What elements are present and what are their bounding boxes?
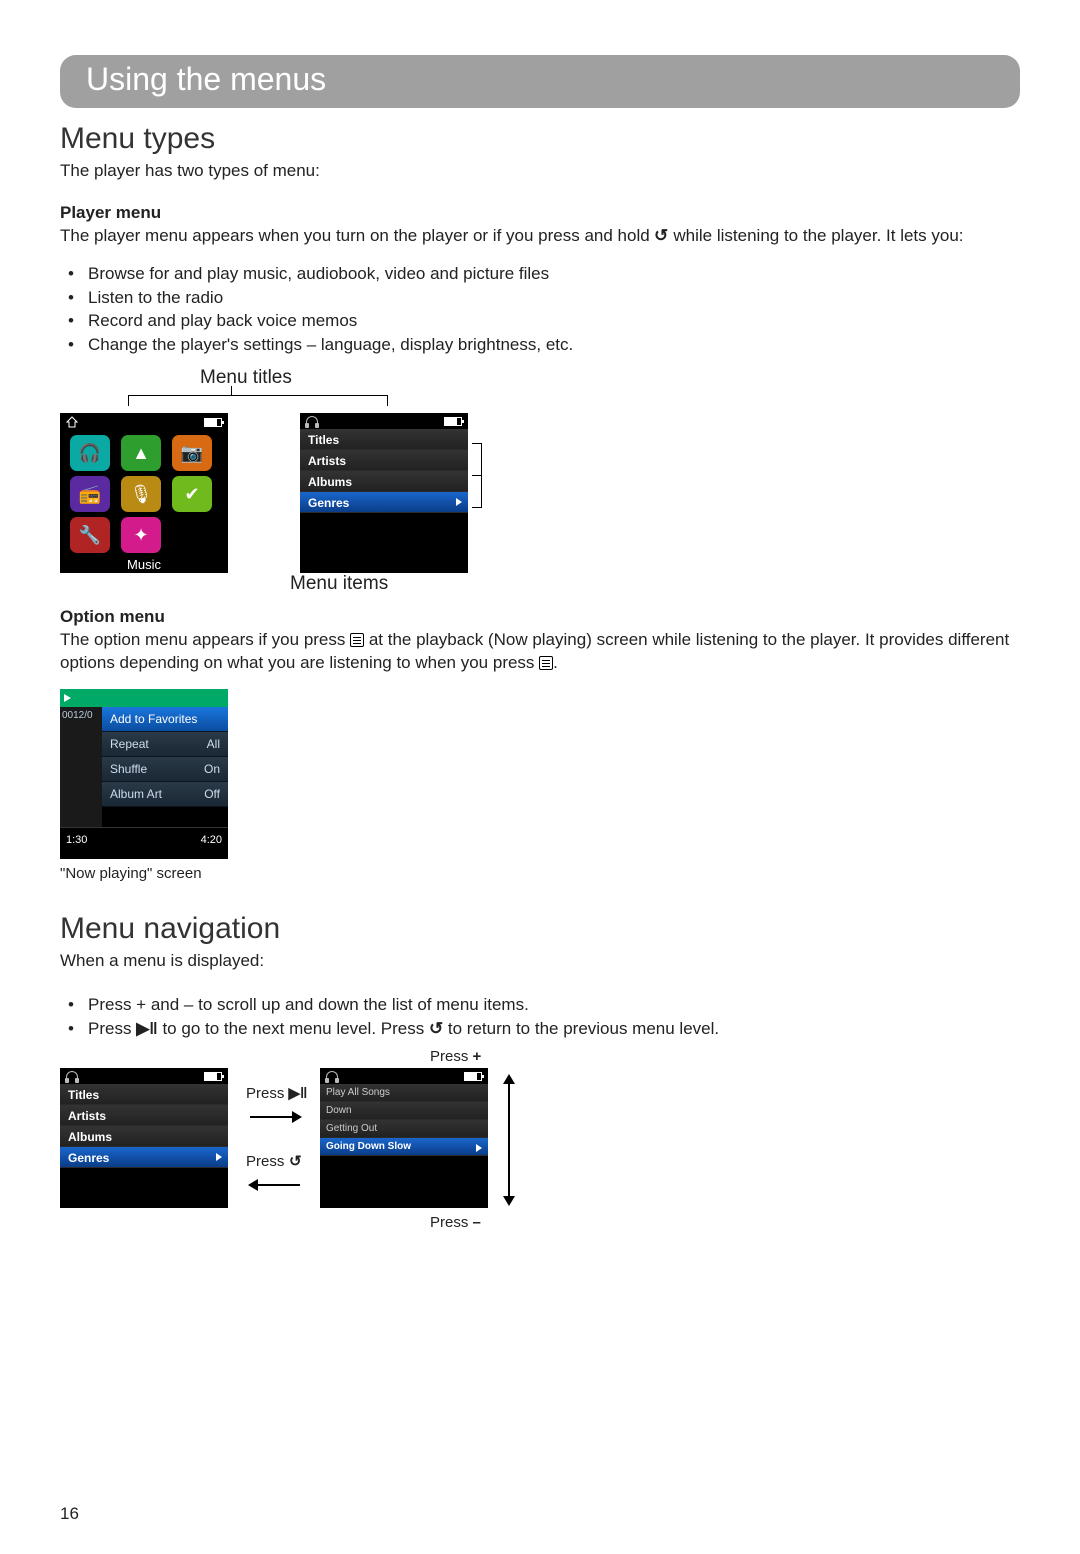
list-item: Artists [60, 1105, 228, 1126]
diagram-navigation: Titles Artists Albums Genres Press ▶ǁ Pr… [60, 1056, 620, 1246]
arrow-left-icon [250, 1184, 300, 1186]
app-icon: 🔧 [70, 517, 110, 553]
list-item: Change the player's settings – language,… [60, 333, 1020, 357]
label-press-plus: Press + [430, 1048, 481, 1065]
app-icon: 📻 [70, 476, 110, 512]
app-icon: ▲ [121, 435, 161, 471]
app-icon: ✦ [121, 517, 161, 553]
headphone-icon [306, 416, 318, 426]
back-icon: ↻ [289, 1152, 302, 1170]
list-item: Getting Out [320, 1120, 488, 1138]
menu-icon [350, 633, 364, 647]
app-icon: 🎙 [121, 476, 161, 512]
time-total: 4:20 [201, 834, 222, 846]
label-menu-titles: Menu titles [200, 367, 292, 389]
battery-icon [444, 417, 462, 426]
list-item: Down [320, 1102, 488, 1120]
battery-icon [204, 1072, 222, 1081]
play-pause-icon: ▶ǁ [136, 1019, 158, 1038]
home-icon [66, 416, 78, 428]
time-elapsed: 1:30 [66, 834, 87, 846]
option-row: ShuffleOn [102, 757, 228, 782]
menu-nav-intro: When a menu is displayed: [60, 950, 1020, 973]
battery-icon [464, 1072, 482, 1081]
back-icon: ↻ [429, 1017, 443, 1041]
app-icon: ✔ [172, 476, 212, 512]
list-item: Press ▶ǁ to go to the next menu level. P… [60, 1017, 1020, 1041]
list-item-selected: Genres [60, 1147, 228, 1168]
section-header-title: Using the menus [86, 61, 326, 97]
battery-icon [204, 418, 222, 427]
list-item: Titles [60, 1084, 228, 1105]
label-press-minus: Press – [430, 1214, 481, 1231]
list-item: Browse for and play music, audiobook, vi… [60, 262, 1020, 286]
screenshot-music-list: Titles Artists Albums Genres [300, 413, 468, 573]
player-menu-p1: The player menu appears when you turn on… [60, 225, 1020, 248]
play-icon [64, 694, 71, 702]
page-number: 16 [60, 1504, 79, 1524]
heading-menu-types: Menu types [60, 122, 1020, 156]
list-item-selected: Genres [300, 492, 468, 513]
arrow-updown-icon [508, 1076, 510, 1204]
list-item: Albums [300, 471, 468, 492]
option-row-selected: Add to Favorites [102, 707, 228, 732]
list-item: Play All Songs [320, 1084, 488, 1102]
headphone-icon [66, 1071, 78, 1081]
list-item: Listen to the radio [60, 286, 1020, 310]
headphone-icon [326, 1071, 338, 1081]
screenshot-now-playing: 0012/0 Add to Favorites RepeatAll Shuffl… [60, 689, 228, 859]
screenshot-home-grid: 🎧 ▲ 📷 📻 🎙 ✔ 🔧 ✦ Music [60, 413, 228, 573]
option-menu-p: The option menu appears if you press at … [60, 629, 1020, 675]
screenshot-nav-level1: Titles Artists Albums Genres [60, 1068, 228, 1208]
heading-option-menu: Option menu [60, 607, 1020, 627]
screenshot-nav-level2: Play All Songs Down Getting Out Going Do… [320, 1068, 488, 1208]
section-header: Using the menus [60, 55, 1020, 108]
now-playing-caption: "Now playing" screen [60, 865, 1020, 882]
app-icon: 📷 [172, 435, 212, 471]
option-row: Album ArtOff [102, 782, 228, 807]
diagram-menu-titles: Menu titles 🎧 ▲ 📷 📻 🎙 ✔ 🔧 ✦ Music Titles… [60, 373, 1020, 603]
heading-menu-navigation: Menu navigation [60, 912, 1020, 946]
list-item: Titles [300, 429, 468, 450]
label-press-back: Press ↻ [246, 1152, 301, 1170]
player-menu-bullets: Browse for and play music, audiobook, vi… [60, 262, 1020, 357]
arrow-right-icon [250, 1116, 300, 1118]
label-menu-items: Menu items [290, 573, 388, 595]
list-item: Artists [300, 450, 468, 471]
label-press-play: Press ▶ǁ [246, 1084, 308, 1102]
track-counter: 0012/0 [60, 707, 102, 827]
play-pause-icon: ▶ǁ [289, 1085, 308, 1102]
menu-icon [539, 656, 553, 670]
list-item: Albums [60, 1126, 228, 1147]
menu-types-intro: The player has two types of menu: [60, 160, 1020, 183]
heading-player-menu: Player menu [60, 203, 1020, 223]
list-item-selected: Going Down Slow [320, 1138, 488, 1156]
list-item: Press + and – to scroll up and down the … [60, 993, 1020, 1017]
list-item: Record and play back voice memos [60, 309, 1020, 333]
home-selected-label: Music [60, 557, 228, 572]
app-icon: 🎧 [70, 435, 110, 471]
option-row: RepeatAll [102, 732, 228, 757]
menu-nav-bullets: Press + and – to scroll up and down the … [60, 993, 1020, 1041]
back-icon: ↻ [654, 225, 668, 248]
